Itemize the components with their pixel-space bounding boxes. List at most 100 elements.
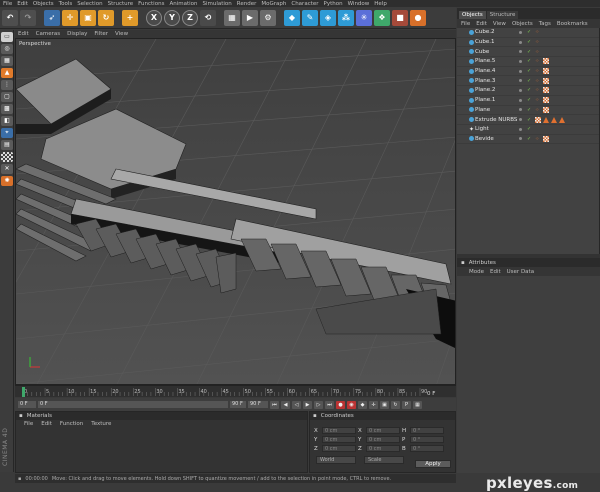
visibility-dot-icon[interactable] — [519, 88, 522, 92]
coordinate-scale-select[interactable]: Scale — [364, 455, 404, 464]
menu-item-simulation[interactable]: Simulation — [202, 1, 231, 7]
visibility-dot-icon[interactable] — [519, 59, 522, 63]
visibility-dot-icon[interactable] — [519, 137, 522, 141]
phong-tag-icon[interactable]: ⁘ — [535, 136, 541, 142]
live-select-icon[interactable]: ➶ — [44, 9, 60, 26]
enabled-check-icon[interactable]: ✓ — [527, 117, 531, 123]
object-row[interactable]: Bevide ✓ ⁘ — [457, 135, 599, 145]
move-icon[interactable]: ✛ — [62, 9, 78, 26]
object-menu-bookmarks[interactable]: Bookmarks — [557, 21, 588, 27]
texture-tag-icon[interactable] — [535, 116, 541, 123]
visibility-dot-icon[interactable] — [519, 108, 522, 112]
position-field[interactable]: 0 cm — [322, 445, 356, 452]
coordinate-mode-select[interactable]: World — [316, 455, 356, 464]
phong-tag-icon[interactable]: ⁘ — [535, 29, 541, 35]
phong-tag-icon[interactable]: ⁘ — [535, 107, 541, 113]
menu-item-tools[interactable]: Tools — [59, 1, 73, 7]
model-mode-icon[interactable]: ◎ — [1, 44, 13, 54]
visibility-dot-icon[interactable] — [519, 40, 522, 44]
menu-item-animation[interactable]: Animation — [169, 1, 197, 7]
pla-key-icon[interactable]: ▦ — [413, 400, 422, 409]
redo-icon[interactable]: ↷ — [20, 9, 36, 26]
visibility-dot-icon[interactable] — [519, 50, 522, 54]
end-frame-field[interactable]: 90 F — [230, 401, 246, 408]
phong-tag-icon[interactable]: ⁘ — [535, 97, 541, 103]
materials-menu-file[interactable]: File — [24, 421, 33, 427]
texture-tag-icon[interactable] — [543, 106, 549, 113]
texture-tag-icon[interactable] — [543, 58, 549, 65]
object-menu-file[interactable]: File — [461, 21, 470, 27]
timeline-playhead[interactable] — [22, 387, 25, 397]
menu-item-python[interactable]: Python — [324, 1, 343, 7]
materials-menu-function[interactable]: Function — [60, 421, 83, 427]
alert-tag-icon[interactable] — [543, 116, 549, 123]
phong-tag-icon[interactable]: ⁘ — [535, 49, 541, 55]
phong-tag-icon[interactable]: ⁘ — [535, 58, 541, 64]
goto-end-icon[interactable]: ⏭ — [325, 400, 334, 409]
viewport-menu-cameras[interactable]: Cameras — [36, 31, 60, 37]
object-row[interactable]: Cube.2 ✓ ⁘ — [457, 28, 599, 38]
menu-item-file[interactable]: File — [3, 1, 12, 7]
visibility-dot-icon[interactable] — [519, 69, 522, 73]
object-menu-tags[interactable]: Tags — [539, 21, 551, 27]
z-axis-button[interactable]: Z — [182, 9, 198, 26]
pen-icon[interactable]: ✎ — [302, 9, 318, 26]
texture-tag-icon[interactable] — [543, 97, 549, 104]
phong-tag-icon[interactable]: ⁘ — [535, 39, 541, 45]
undo-icon[interactable]: ↶ — [2, 9, 18, 26]
scale-key-icon[interactable]: ▣ — [380, 400, 389, 409]
points-mode-icon[interactable]: ⋮ — [1, 80, 13, 90]
visibility-dot-icon[interactable] — [519, 98, 522, 102]
rotation-field[interactable]: 0 ° — [410, 436, 444, 443]
texture-tag-icon[interactable] — [543, 135, 549, 142]
menu-item-help[interactable]: Help — [374, 1, 387, 7]
enabled-check-icon[interactable]: ✓ — [527, 97, 531, 103]
lock-icon[interactable]: ✕ — [1, 164, 13, 174]
enabled-check-icon[interactable]: ✓ — [527, 107, 531, 113]
next-frame-icon[interactable]: ▷ — [314, 400, 323, 409]
edges-mode-icon[interactable]: ▢ — [1, 92, 13, 102]
autokey-icon[interactable]: ◉ — [347, 400, 356, 409]
light-icon[interactable]: ● — [410, 9, 426, 26]
position-field[interactable]: 0 cm — [322, 427, 356, 434]
viewport-menu-filter[interactable]: Filter — [94, 31, 108, 37]
render-picture-viewer-icon[interactable]: ▶ — [242, 9, 258, 26]
menu-item-window[interactable]: Window — [348, 1, 370, 7]
position-field[interactable]: 0 cm — [322, 436, 356, 443]
cube-icon[interactable]: ◆ — [284, 9, 300, 26]
enabled-check-icon[interactable]: ✓ — [527, 39, 531, 45]
camera-icon[interactable]: ■ — [392, 9, 408, 26]
viewport-3d[interactable]: Perspective — [15, 38, 456, 385]
object-menu-view[interactable]: View — [493, 21, 506, 27]
render-view-icon[interactable]: ▦ — [224, 9, 240, 26]
attributes-menu-edit[interactable]: Edit — [490, 269, 501, 275]
enabled-check-icon[interactable]: ✓ — [527, 29, 531, 35]
enabled-check-icon[interactable]: ✓ — [527, 58, 531, 64]
tweak-mode-icon[interactable]: ◧ — [1, 116, 13, 126]
position-key-icon[interactable]: ✛ — [369, 400, 378, 409]
phong-tag-icon[interactable]: ⁘ — [535, 78, 541, 84]
texture-mode-icon[interactable]: ▦ — [1, 56, 13, 66]
prev-frame-icon[interactable]: ◁ — [292, 400, 301, 409]
scene-icon[interactable]: ❖ — [374, 9, 390, 26]
settings-icon[interactable]: ✺ — [1, 176, 13, 186]
add-icon[interactable]: + — [122, 9, 138, 26]
make-editable-icon[interactable]: ▭ — [1, 32, 13, 42]
object-row[interactable]: Plane ✓ ⁘ — [457, 106, 599, 116]
max-frame-field[interactable]: 90 F — [248, 401, 268, 408]
viewport-menu-edit[interactable]: Edit — [18, 31, 29, 37]
rotation-field[interactable]: 0 ° — [410, 445, 444, 452]
record-icon[interactable]: ● — [336, 400, 345, 409]
viewport-menu-display[interactable]: Display — [67, 31, 87, 37]
size-field[interactable]: 0 cm — [366, 436, 400, 443]
keyframe-icon[interactable]: ◆ — [358, 400, 367, 409]
materials-menu-texture[interactable]: Texture — [91, 421, 111, 427]
param-key-icon[interactable]: P — [402, 400, 411, 409]
tab-structure[interactable]: Structure — [486, 11, 519, 19]
snap-icon[interactable]: ⌖ — [1, 128, 13, 138]
phong-tag-icon[interactable]: ⁘ — [535, 68, 541, 74]
enabled-check-icon[interactable]: ✓ — [527, 126, 531, 132]
object-row[interactable]: ✦ Light ✓ — [457, 125, 599, 135]
prev-key-icon[interactable]: ◀ — [281, 400, 290, 409]
enabled-check-icon[interactable]: ✓ — [527, 68, 531, 74]
